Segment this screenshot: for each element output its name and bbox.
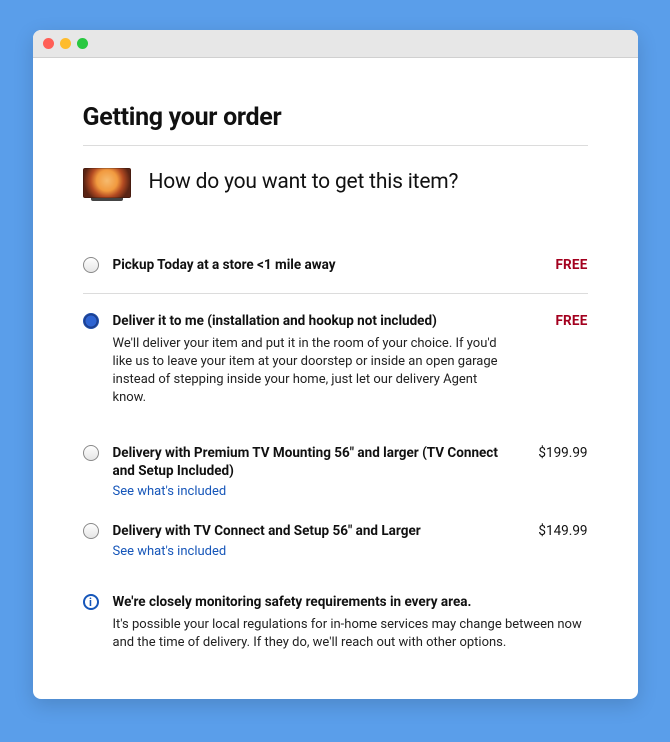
radio-deliver[interactable]: [83, 313, 99, 329]
option-description: We'll deliver your item and put it in th…: [113, 335, 506, 408]
option-body: Delivery with Premium TV Mounting 56" an…: [113, 444, 512, 502]
product-thumbnail: [83, 168, 131, 198]
safety-notice: i We're closely monitoring safety requir…: [83, 579, 588, 658]
option-label: Delivery with TV Connect and Setup 56" a…: [113, 522, 506, 541]
option-label: Deliver it to me (installation and hooku…: [113, 312, 506, 331]
maximize-icon[interactable]: [77, 38, 88, 49]
option-price: $149.99: [526, 522, 588, 541]
notice-text: It's possible your local regulations for…: [113, 616, 588, 652]
page-title: Getting your order: [83, 100, 588, 135]
radio-connect[interactable]: [83, 523, 99, 539]
option-body: Delivery with TV Connect and Setup 56" a…: [113, 522, 512, 561]
option-body: Deliver it to me (installation and hooku…: [113, 312, 512, 408]
notice-title: We're closely monitoring safety requirem…: [113, 593, 588, 612]
radio-mounting[interactable]: [83, 445, 99, 461]
info-icon: i: [83, 594, 99, 610]
option-pickup[interactable]: Pickup Today at a store <1 mile away FRE…: [83, 238, 588, 294]
item-row: How do you want to get this item?: [83, 146, 588, 238]
see-included-link[interactable]: See what's included: [113, 483, 227, 501]
option-label: Pickup Today at a store <1 mile away: [113, 256, 506, 275]
option-price: FREE: [526, 256, 588, 275]
content-area: Getting your order How do you want to ge…: [33, 58, 638, 699]
option-label: Delivery with Premium TV Mounting 56" an…: [113, 444, 506, 482]
close-icon[interactable]: [43, 38, 54, 49]
option-mounting[interactable]: Delivery with Premium TV Mounting 56" an…: [83, 426, 588, 512]
delivery-options: Pickup Today at a store <1 mile away FRE…: [83, 238, 588, 659]
option-price: $199.99: [526, 444, 588, 463]
notice-body: We're closely monitoring safety requirem…: [113, 593, 588, 652]
item-prompt: How do you want to get this item?: [149, 168, 459, 197]
titlebar: [33, 30, 638, 58]
option-connect[interactable]: Delivery with TV Connect and Setup 56" a…: [83, 512, 588, 579]
option-price: FREE: [526, 312, 588, 331]
app-window: Getting your order How do you want to ge…: [33, 30, 638, 699]
option-body: Pickup Today at a store <1 mile away: [113, 256, 512, 275]
radio-pickup[interactable]: [83, 257, 99, 273]
option-deliver[interactable]: Deliver it to me (installation and hooku…: [83, 294, 588, 426]
minimize-icon[interactable]: [60, 38, 71, 49]
see-included-link[interactable]: See what's included: [113, 543, 227, 561]
